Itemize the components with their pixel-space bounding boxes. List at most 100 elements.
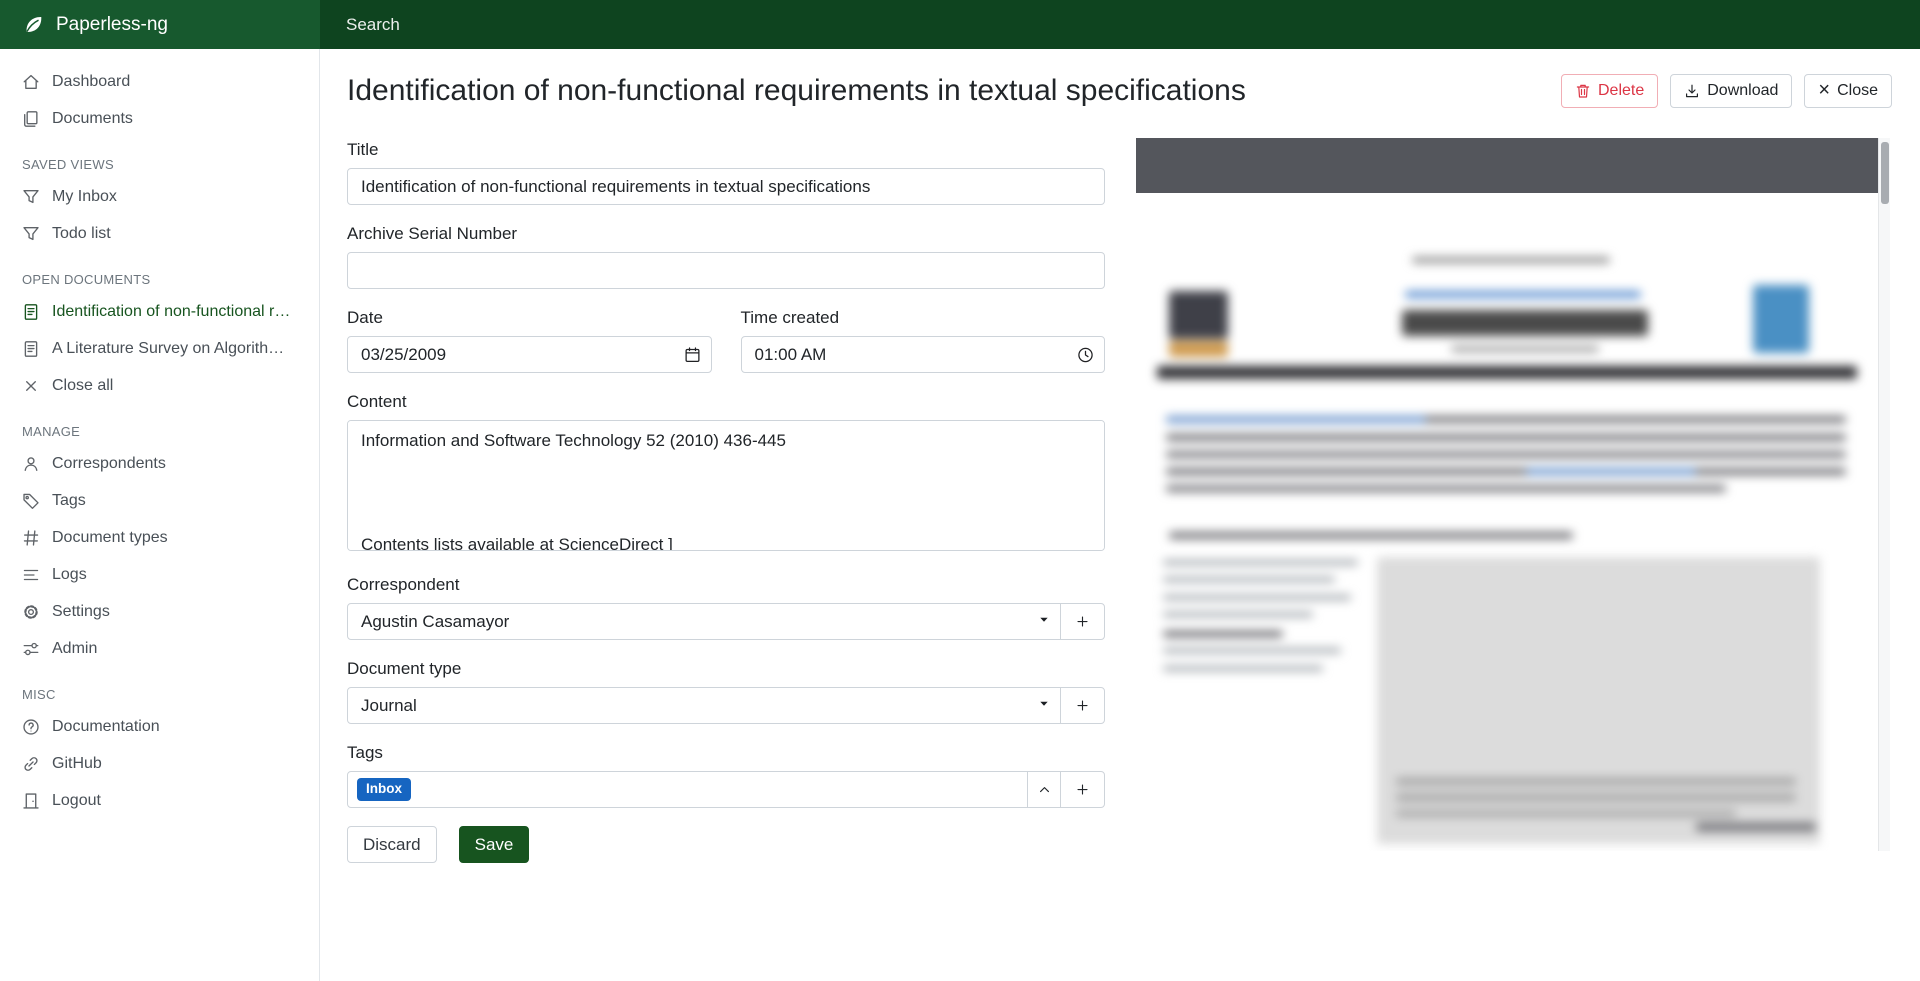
document-type-select[interactable]: Journal [347, 687, 1061, 724]
title-input[interactable] [347, 168, 1105, 205]
sidebar-heading-saved-views: SAVED VIEWS [0, 137, 319, 178]
page-title: Identification of non-functional require… [347, 71, 1246, 111]
pdf-scrollbar-thumb[interactable] [1881, 142, 1889, 204]
plus-icon [1075, 614, 1090, 629]
date-label: Date [347, 307, 712, 328]
pdf-blur-shape [1163, 560, 1358, 565]
funnel-icon [22, 225, 40, 243]
sidebar-item-admin[interactable]: Admin [0, 630, 319, 667]
funnel-icon [22, 188, 40, 206]
correspondent-select[interactable]: Agustin Casamayor [347, 603, 1061, 640]
tag-badge-inbox[interactable]: Inbox [357, 778, 411, 801]
pdf-blur-shape [1166, 434, 1846, 441]
date-input[interactable] [347, 336, 712, 373]
pdf-blur-shape [1412, 257, 1610, 263]
pdf-blur-shape [1169, 532, 1573, 539]
sidebar-item-dashboard[interactable]: Dashboard [0, 63, 319, 100]
sidebar-item-label: Admin [52, 638, 97, 659]
sidebar-heading-manage: MANAGE [0, 404, 319, 445]
content-label: Content [347, 391, 1105, 412]
pdf-page [1136, 193, 1878, 851]
pdf-blur-shape [1163, 612, 1313, 617]
pdf-blur-shape [1396, 778, 1796, 785]
pdf-blur-shape [1166, 451, 1846, 458]
app-brand[interactable]: Paperless-ng [0, 0, 320, 49]
sidebar-item-label: Dashboard [52, 71, 130, 92]
save-button[interactable]: Save [459, 826, 530, 863]
toggles-icon [22, 640, 40, 658]
close-button[interactable]: × Close [1804, 74, 1892, 108]
question-circle-icon [22, 718, 40, 736]
sidebar-heading-misc: MISC [0, 667, 319, 708]
discard-button[interactable]: Discard [347, 826, 437, 863]
add-tag-button[interactable] [1060, 771, 1105, 808]
pdf-blur-shape [1166, 416, 1426, 423]
tags-dropdown-toggle[interactable] [1027, 771, 1061, 808]
file-text-icon [22, 303, 40, 321]
sidebar: Dashboard Documents SAVED VIEWS My Inbox… [0, 49, 320, 981]
pdf-blur-shape [1163, 631, 1283, 637]
sidebar-item-label: Identification of non-functional require… [52, 301, 297, 322]
download-label: Download [1707, 82, 1778, 100]
asn-input[interactable] [347, 252, 1105, 289]
sidebar-item-documentation[interactable]: Documentation [0, 708, 319, 745]
house-icon [22, 73, 40, 91]
door-icon [22, 792, 40, 810]
pdf-blur-shape [1405, 291, 1641, 298]
time-created-input[interactable] [741, 336, 1106, 373]
sidebar-open-doc-1[interactable]: Identification of non-functional require… [0, 293, 319, 330]
sidebar-item-label: Todo list [52, 223, 111, 244]
download-button[interactable]: Download [1670, 74, 1792, 108]
sidebar-item-close-all[interactable]: Close all [0, 367, 319, 404]
time-created-label: Time created [741, 307, 1106, 328]
sidebar-item-label: My Inbox [52, 186, 117, 207]
sidebar-item-document-types[interactable]: Document types [0, 519, 319, 556]
sidebar-item-label: Correspondents [52, 453, 166, 474]
tags-field[interactable]: Inbox [347, 771, 1028, 808]
hash-icon [22, 529, 40, 547]
sidebar-item-settings[interactable]: Settings [0, 593, 319, 630]
pdf-blur-shape [1753, 285, 1809, 353]
pdf-preview[interactable] [1136, 138, 1890, 851]
delete-button[interactable]: Delete [1561, 74, 1658, 108]
sidebar-item-correspondents[interactable]: Correspondents [0, 445, 319, 482]
plus-icon [1075, 698, 1090, 713]
sidebar-item-github[interactable]: GitHub [0, 745, 319, 782]
navbar: Paperless-ng [0, 0, 1920, 49]
sidebar-item-todo-list[interactable]: Todo list [0, 215, 319, 252]
pdf-blur-shape [1163, 648, 1341, 653]
add-correspondent-button[interactable] [1060, 603, 1105, 640]
sidebar-item-documents[interactable]: Documents [0, 100, 319, 137]
list-icon [22, 566, 40, 584]
pdf-blur-shape [1396, 810, 1736, 817]
pdf-toolbar [1136, 138, 1878, 193]
sidebar-item-label: Settings [52, 601, 110, 622]
chevron-up-icon [1037, 782, 1052, 797]
pdf-blur-shape [1157, 366, 1857, 379]
sidebar-item-label: Tags [52, 490, 86, 511]
plus-icon [1075, 782, 1090, 797]
sidebar-item-label: A Literature Survey on Algorithms for Mu… [52, 338, 297, 359]
content-textarea[interactable]: Information and Software Technology 52 (… [347, 420, 1105, 551]
add-document-type-button[interactable] [1060, 687, 1105, 724]
sidebar-item-logout[interactable]: Logout [0, 782, 319, 819]
sidebar-item-label: Documentation [52, 716, 160, 737]
pdf-blur-shape [1526, 468, 1696, 475]
pdf-scrollbar[interactable] [1878, 138, 1890, 851]
pdf-blur-shape [1451, 346, 1599, 352]
sidebar-item-label: GitHub [52, 753, 102, 774]
correspondent-label: Correspondent [347, 574, 1105, 595]
global-search-bar [320, 0, 1920, 49]
search-input[interactable] [320, 0, 1920, 49]
tag-icon [22, 492, 40, 510]
sidebar-item-logs[interactable]: Logs [0, 556, 319, 593]
sidebar-item-my-inbox[interactable]: My Inbox [0, 178, 319, 215]
sidebar-item-label: Document types [52, 527, 168, 548]
sidebar-item-label: Close all [52, 375, 113, 396]
link-icon [22, 755, 40, 773]
title-label: Title [347, 139, 1105, 160]
person-icon [22, 455, 40, 473]
sidebar-item-tags[interactable]: Tags [0, 482, 319, 519]
pdf-viewport [1136, 138, 1878, 851]
sidebar-open-doc-2[interactable]: A Literature Survey on Algorithms for Mu… [0, 330, 319, 367]
